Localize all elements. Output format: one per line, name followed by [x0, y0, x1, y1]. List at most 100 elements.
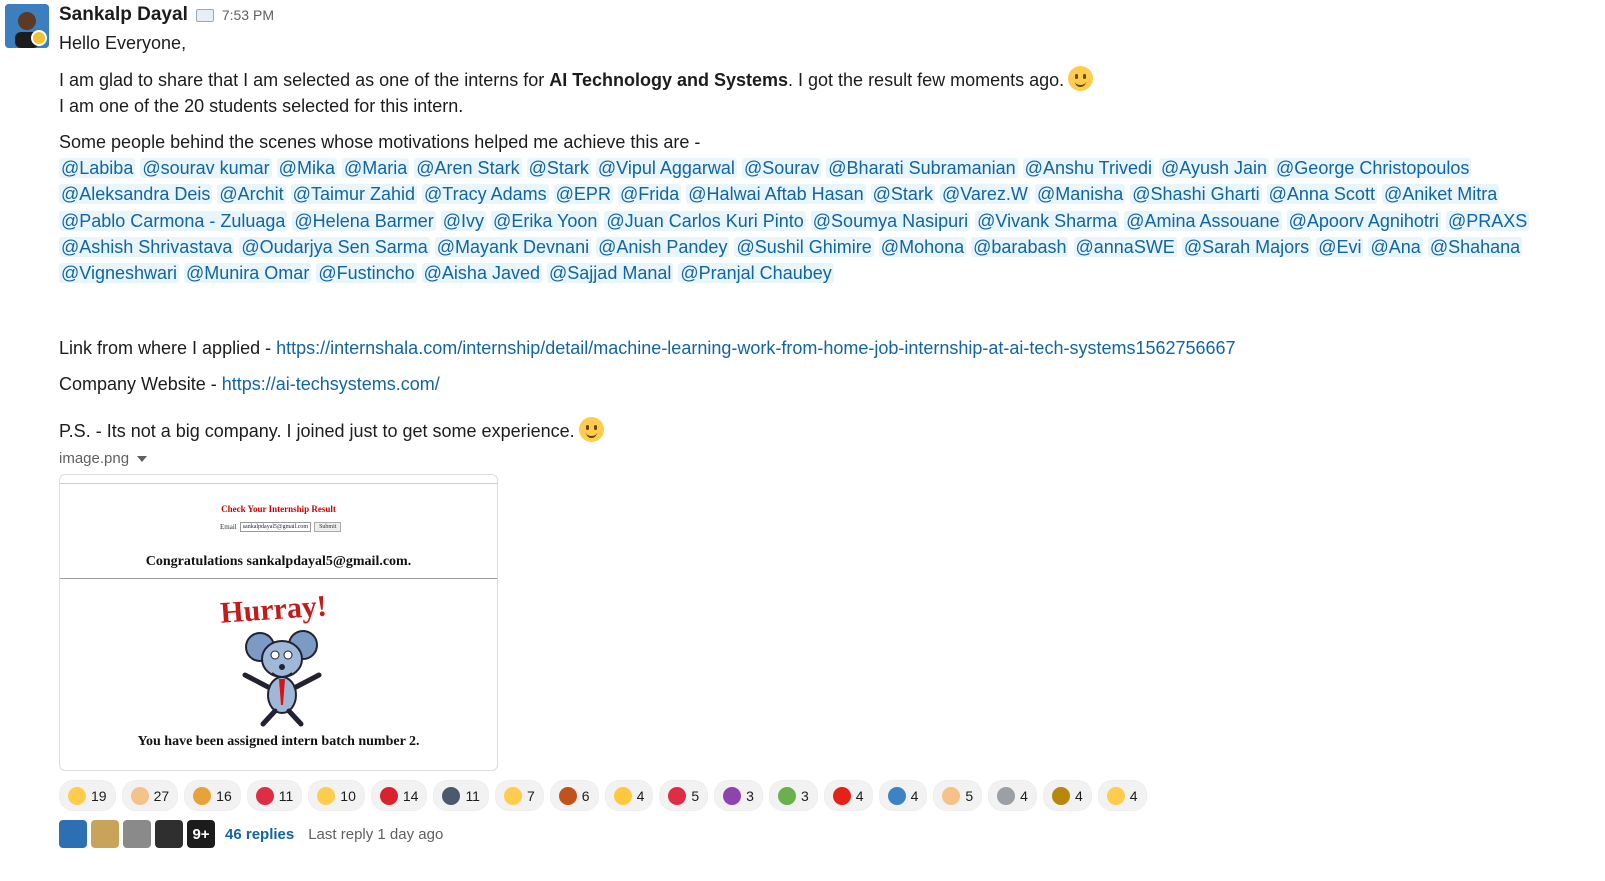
reaction-button[interactable]: 5: [659, 780, 709, 811]
mention-link[interactable]: @sourav kumar: [140, 158, 272, 178]
mention-link[interactable]: @Evi: [1316, 236, 1364, 257]
mention-link[interactable]: @Manisha: [1034, 184, 1126, 205]
mention-link[interactable]: @Shahana: [1427, 236, 1523, 257]
message-header: Sankalp Dayal 7:53 PM: [59, 0, 1595, 30]
mention-link[interactable]: @Pablo Carmona - Zuluaga: [59, 210, 288, 231]
reaction-button[interactable]: 11: [246, 780, 303, 811]
reaction-button[interactable]: 27: [121, 780, 179, 811]
reaction-button[interactable]: 7: [494, 780, 544, 811]
mention-link[interactable]: @Stark: [526, 158, 591, 178]
participant-avatar[interactable]: [91, 820, 119, 848]
mention-link[interactable]: @Amina Assouane: [1124, 210, 1282, 231]
thread-avatars: [59, 820, 183, 848]
mention-link[interactable]: @Sushil Ghimire: [734, 236, 874, 257]
apply-link[interactable]: https://internshala.com/internship/detai…: [276, 338, 1235, 358]
mention-link[interactable]: @Vigneshwari: [59, 263, 179, 284]
thread-summary[interactable]: 9+ 46 replies Last reply 1 day ago: [59, 820, 443, 848]
mention-link[interactable]: @Ashish Shrivastava: [59, 236, 235, 257]
reaction-bar: 19 27 16 11 10 14 11 7 6 4 5 3 3 4 4 5 4 4 4: [59, 780, 1147, 811]
mention-link[interactable]: @Labiba: [59, 158, 136, 178]
attachment-header[interactable]: image.png: [59, 450, 1595, 467]
mention-link[interactable]: @Aniket Mitra: [1381, 184, 1500, 205]
ps-line: P.S. - Its not a big company. I joined j…: [59, 417, 1595, 444]
reaction-button[interactable]: 4: [1097, 780, 1147, 811]
raised-hands-emoji: [942, 786, 961, 805]
chevron-down-icon[interactable]: [137, 455, 148, 462]
mention-link[interactable]: @Halwai Aftab Hasan: [686, 184, 866, 205]
reaction-button[interactable]: 11: [433, 780, 489, 811]
mention-link[interactable]: @Munira Omar: [184, 263, 312, 284]
youtube-emoji: [832, 786, 851, 805]
mention-link[interactable]: @annaSWE: [1073, 236, 1177, 257]
reaction-count: 27: [153, 787, 170, 804]
mention-link[interactable]: @Maria: [341, 158, 410, 178]
reaction-count: 4: [1129, 787, 1138, 804]
attachment-filename[interactable]: image.png: [59, 450, 129, 467]
reaction-button[interactable]: 4: [1042, 780, 1092, 811]
mention-link[interactable]: @Juan Carlos Kuri Pinto: [604, 210, 806, 231]
mention-link[interactable]: @EPR: [553, 184, 613, 205]
mention-link[interactable]: @Ivy: [440, 210, 487, 231]
mention-link[interactable]: @George Christopoulos: [1274, 158, 1472, 178]
mention-link[interactable]: @Bharati Subramanian: [826, 158, 1018, 178]
more-participants-badge[interactable]: 9+: [187, 820, 215, 848]
reaction-button[interactable]: 3: [768, 780, 818, 811]
reaction-button[interactable]: 5: [933, 780, 983, 811]
mention-link[interactable]: @Fustincho: [316, 263, 417, 284]
participant-avatar[interactable]: [123, 820, 151, 848]
mention-link[interactable]: @Oudarjya Sen Sarma: [239, 236, 430, 257]
mention-link[interactable]: @Anshu Trivedi: [1022, 158, 1154, 178]
mention-link[interactable]: @Ayush Jain: [1159, 158, 1270, 178]
reaction-count: 3: [746, 787, 754, 804]
mention-link[interactable]: @Mayank Devnani: [434, 236, 592, 257]
mention-link[interactable]: @Sourav: [741, 158, 822, 178]
mention-link[interactable]: @Aren Stark: [414, 158, 522, 178]
mention-link[interactable]: @Sajjad Manal: [547, 263, 674, 284]
mention-link[interactable]: @Stark: [870, 184, 935, 205]
mention-link[interactable]: @Anish Pandey: [596, 236, 730, 257]
reaction-count: 4: [855, 787, 864, 804]
author-name[interactable]: Sankalp Dayal: [59, 4, 188, 26]
participant-avatar[interactable]: [155, 820, 183, 848]
mention-link[interactable]: @Helena Barmer: [292, 210, 436, 231]
attachment-image[interactable]: Check Your Internship Result Email sanka…: [59, 474, 498, 771]
mention-link[interactable]: @barabash: [971, 236, 1069, 257]
mention-link[interactable]: @Aisha Javed: [421, 263, 542, 284]
reaction-button[interactable]: 3: [714, 780, 763, 811]
author-avatar[interactable]: [5, 4, 49, 48]
reaction-button[interactable]: 4: [988, 780, 1037, 811]
mention-link[interactable]: @Tracy Adams: [422, 184, 549, 205]
mention-link[interactable]: @PRAXS: [1445, 210, 1530, 231]
website-link[interactable]: https://ai-techsystems.com/: [222, 374, 440, 394]
mention-link[interactable]: @Shashi Gharti: [1130, 184, 1262, 205]
mention-link[interactable]: @Mohona: [878, 236, 967, 257]
mention-link[interactable]: @Anna Scott: [1266, 184, 1377, 205]
mention-link[interactable]: @Archit: [217, 184, 286, 205]
intro-text-end: . I got the result few moments ago.: [788, 70, 1065, 90]
mention-link[interactable]: @Vivank Sharma: [975, 210, 1120, 231]
mention-link[interactable]: @Apoorv Agnihotri: [1286, 210, 1441, 231]
reaction-button[interactable]: 16: [184, 780, 241, 811]
mention-link[interactable]: @Frida: [617, 184, 682, 205]
reaction-button[interactable]: 4: [878, 780, 928, 811]
mention-link[interactable]: @Soumya Nasipuri: [810, 210, 971, 231]
timestamp[interactable]: 7:53 PM: [222, 7, 274, 23]
mention-link[interactable]: @Varez.W: [939, 184, 1030, 205]
reaction-button[interactable]: 4: [604, 780, 654, 811]
replies-link[interactable]: 46 replies: [225, 826, 294, 843]
mention-link[interactable]: @Vipul Aggarwal: [595, 158, 737, 178]
reaction-button[interactable]: 4: [823, 780, 873, 811]
reaction-button[interactable]: 6: [549, 780, 599, 811]
participant-avatar[interactable]: [59, 820, 87, 848]
mention-link[interactable]: @Ana: [1368, 236, 1423, 257]
mention-link[interactable]: @Pranjal Chaubey: [678, 263, 834, 284]
reaction-button[interactable]: 10: [308, 780, 365, 811]
website-label: Company Website -: [59, 374, 222, 395]
mention-link[interactable]: @Aleksandra Deis: [59, 184, 213, 205]
mention-link[interactable]: @Mika: [276, 158, 337, 178]
mention-link[interactable]: @Erika Yoon: [491, 210, 600, 231]
mention-link[interactable]: @Taimur Zahid: [290, 184, 417, 205]
mention-link[interactable]: @Sarah Majors: [1181, 236, 1312, 257]
reaction-button[interactable]: 14: [370, 780, 428, 811]
reaction-button[interactable]: 19: [59, 780, 116, 811]
